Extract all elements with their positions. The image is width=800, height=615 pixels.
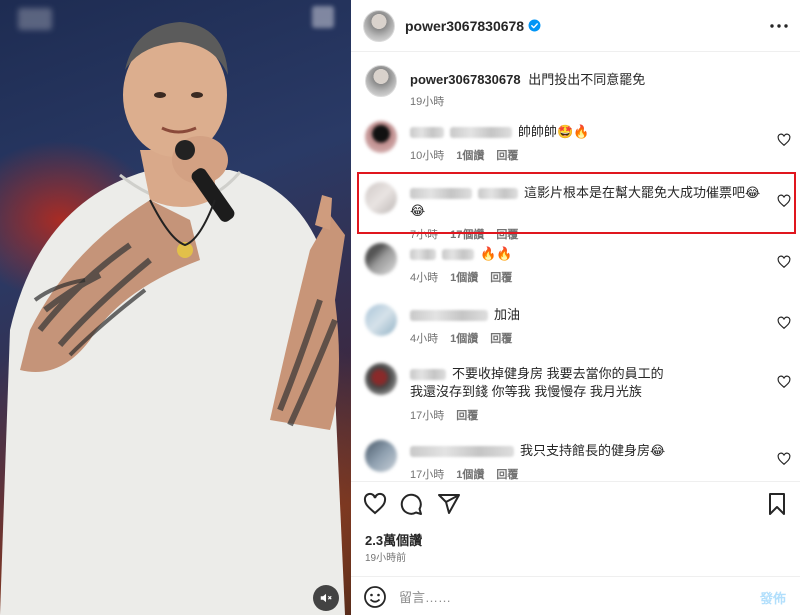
reply-button[interactable]: 回覆 [496,466,518,480]
post-comment-button[interactable]: 發佈 [760,588,786,607]
comment-time: 4小時 [410,333,439,345]
share-icon[interactable] [437,492,461,516]
emoji-icon[interactable] [363,585,387,609]
reply-button[interactable]: 回覆 [490,269,512,287]
reply-button[interactable]: 回覆 [496,147,518,165]
post-time: 19小時前 [365,553,407,564]
like-comment-icon[interactable] [777,194,791,208]
comment-composer: 發佈 [351,576,800,615]
post-header: power3067830678 [351,0,800,52]
like-comment-icon[interactable] [777,316,791,330]
post-actions: 2.3萬個讚 19小時前 [351,481,800,576]
comment-text: 加油 [494,307,521,322]
blurred-username [410,249,436,261]
comment-likes[interactable]: 1個讚 [456,147,484,165]
blurred-username [450,127,512,139]
blurred-username [442,249,474,261]
comment-text: 🔥🔥 [480,246,513,261]
comment-likes[interactable]: 17個讚 [450,226,484,244]
comment-text: 帥帥帥🤩🔥 [518,124,590,139]
more-icon[interactable] [770,18,788,34]
comment-time: 17小時 [410,469,445,480]
like-comment-icon[interactable] [777,375,791,389]
like-count[interactable]: 2.3萬個讚 [365,530,422,549]
comment-time: 17小時 [410,410,445,422]
reply-button[interactable]: 回覆 [456,407,478,425]
mute-icon [320,593,332,603]
commenter-avatar[interactable] [365,121,397,153]
comment-likes[interactable]: 1個讚 [450,330,478,348]
like-comment-icon[interactable] [777,133,791,147]
caption-time: 19小時 [410,96,445,108]
comment-likes[interactable]: 1個讚 [450,269,478,287]
commenter-avatar[interactable] [365,243,397,275]
verified-badge-icon [528,19,541,32]
blurred-watermark [312,6,334,28]
like-comment-icon[interactable] [777,452,791,466]
comment-text-line2: 我還沒存到錢 你等我 我慢慢存 我月光族 [410,384,642,399]
reply-button[interactable]: 回覆 [496,226,518,244]
comment-text: 我只支持館長的健身房😂 [520,443,666,458]
reply-button[interactable]: 回覆 [490,330,512,348]
blurred-username [410,446,514,458]
comment-likes[interactable]: 1個讚 [456,466,484,480]
blurred-username [410,369,446,381]
comment-text-line1: 不要收掉健身房 我要去當你的員工的 [452,366,664,381]
comment-time: 7小時 [410,229,439,241]
comment-icon[interactable] [399,492,423,516]
commenter-avatar[interactable] [365,304,397,336]
caption-text: 出門投出不同意罷免 [528,72,646,87]
post-media[interactable] [0,0,351,615]
blurred-username [410,188,472,200]
comments-feed[interactable]: power3067830678 出門投出不同意罷免 19小時 帥帥帥🤩🔥 10小… [351,53,800,480]
blurred-username [478,188,518,200]
caption-username[interactable]: power3067830678 [410,72,521,87]
blurred-username [410,127,444,139]
bookmark-icon[interactable] [765,492,789,516]
comment-time: 10小時 [410,150,445,162]
commenter-avatar[interactable] [365,363,397,395]
like-comment-icon[interactable] [777,255,791,269]
blurred-username [410,310,488,322]
post-sidebar: power3067830678 power3067830678 出門投出不同意罷… [351,0,800,615]
comment-time: 4小時 [410,272,439,284]
comment-input[interactable] [399,586,729,608]
commenter-avatar[interactable] [365,440,397,472]
header-username[interactable]: power3067830678 [405,18,524,34]
blurred-logo [18,8,52,30]
caption-avatar[interactable] [365,65,397,97]
mute-button[interactable] [313,585,339,611]
avatar[interactable] [363,9,395,42]
commenter-avatar[interactable] [365,182,397,214]
performer-image [0,22,345,615]
heart-icon[interactable] [363,492,387,516]
